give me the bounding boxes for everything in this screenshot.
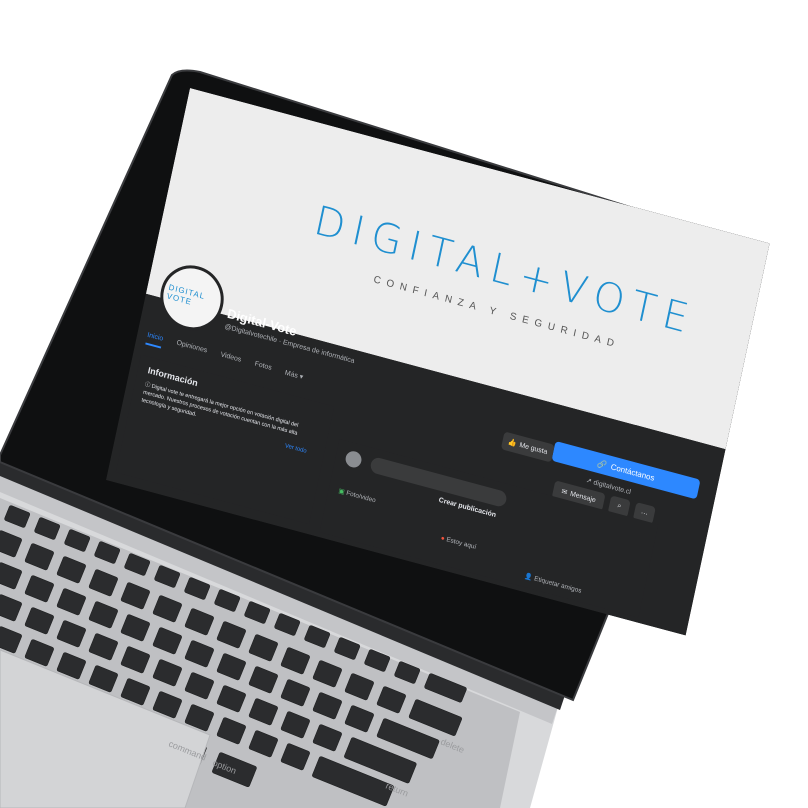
checkin-label: Estoy aquí [445,536,477,552]
photo-video-option[interactable]: ▣ Foto/video [338,487,377,505]
photo-video-label: Foto/video [345,489,377,505]
search-icon: ⌕ [616,502,622,511]
digital-vote-logo: DIGITAL+VOTE [310,197,701,345]
more-label: ··· [640,509,649,518]
checkin-option[interactable]: ● Estoy aquí [440,535,477,551]
messenger-icon: ✉ [560,488,568,497]
thumbs-up-icon: 👍 [507,438,518,448]
info-description: Digital vote te entregará la mejor opció… [140,383,299,437]
like-label: Me gusta [518,441,549,456]
user-avatar-icon [344,449,363,470]
laptop-mockup: command option return delete DIGITAL+VOT… [0,0,808,808]
avatar-logo-text: DIGITAL VOTE [165,282,206,307]
link-icon: 🔗 [596,458,609,470]
